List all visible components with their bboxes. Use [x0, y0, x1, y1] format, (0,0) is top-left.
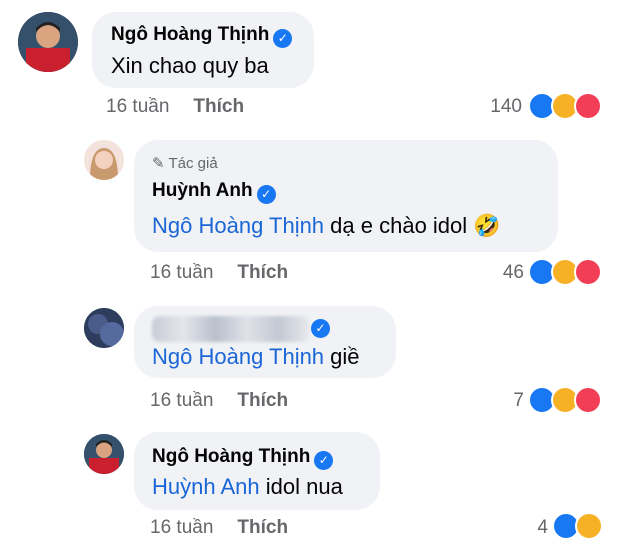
pencil-icon: ✎: [152, 155, 169, 172]
comment-meta: 16 tuần Thích: [150, 262, 288, 284]
avatar[interactable]: [84, 308, 124, 348]
reactions[interactable]: [528, 92, 604, 122]
author-name[interactable]: Ngô Hoàng Thịnh ✓: [111, 24, 293, 48]
avatar[interactable]: [84, 434, 124, 474]
comment-text: Ngô Hoàng Thịnh giề: [152, 344, 360, 369]
comment-text: Huỳnh Anh idol nua: [152, 474, 343, 499]
timestamp[interactable]: 16 tuần: [150, 517, 213, 538]
timestamp[interactable]: 16 tuần: [106, 96, 169, 117]
blurred-author-name: [152, 316, 310, 342]
like-button[interactable]: Thích: [237, 517, 288, 538]
haha-icon: [575, 512, 603, 540]
verified-badge-icon: ✓: [273, 29, 293, 48]
reactions[interactable]: [552, 512, 606, 542]
mention-link[interactable]: Ngô Hoàng Thịnh: [152, 344, 324, 369]
reaction-count[interactable]: 7: [490, 390, 524, 412]
mention-link[interactable]: Ngô Hoàng Thịnh: [152, 213, 324, 238]
verified-badge-icon: ✓: [311, 319, 330, 338]
comment-text: Ngô Hoàng Thịnh dạ e chào idol 🤣: [152, 213, 501, 238]
reaction-count[interactable]: 46: [480, 262, 524, 284]
love-icon: [574, 386, 602, 414]
love-icon: [574, 258, 602, 286]
reactions[interactable]: [528, 258, 604, 288]
love-icon: [574, 92, 602, 120]
comment-meta: 16 tuần Thích: [106, 96, 244, 118]
comment-meta: 16 tuần Thích: [150, 390, 288, 412]
reactions[interactable]: [528, 386, 604, 416]
comment-meta: 16 tuần Thích: [150, 517, 288, 539]
rofl-emoji-icon: 🤣: [473, 213, 501, 238]
timestamp[interactable]: 16 tuần: [150, 262, 213, 283]
timestamp[interactable]: 16 tuần: [150, 390, 213, 411]
author-name[interactable]: Huỳnh Anh ✓: [152, 180, 276, 204]
author-tag: ✎ Tác giả: [152, 155, 218, 172]
like-button[interactable]: Thích: [237, 262, 288, 283]
reaction-count[interactable]: 4: [514, 517, 548, 539]
comment-text: Xin chao quy ba: [111, 53, 269, 78]
verified-badge-icon: ✓: [314, 451, 334, 470]
avatar[interactable]: [18, 12, 78, 72]
reaction-count[interactable]: 140: [470, 96, 522, 118]
mention-link[interactable]: Huỳnh Anh: [152, 474, 260, 499]
avatar[interactable]: [84, 140, 124, 180]
verified-badge-icon: ✓: [256, 185, 276, 204]
author-name[interactable]: Ngô Hoàng Thịnh ✓: [152, 446, 334, 470]
like-button[interactable]: Thích: [237, 390, 288, 411]
like-button[interactable]: Thích: [193, 96, 244, 117]
